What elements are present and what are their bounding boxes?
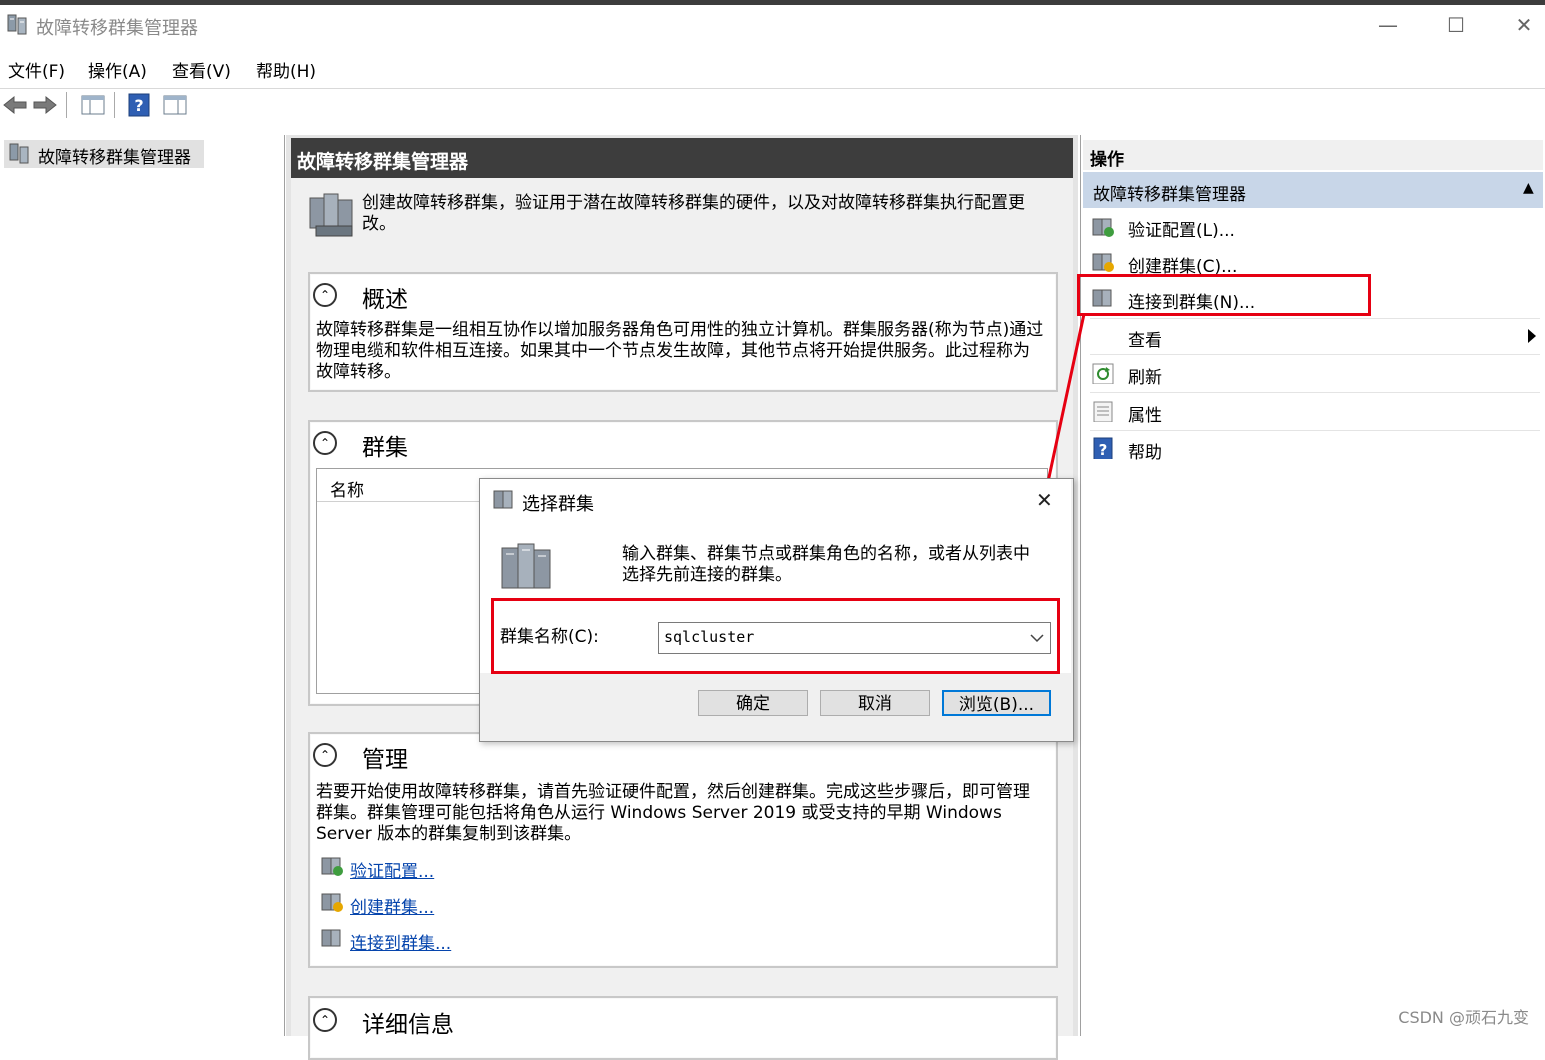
action-view[interactable]: 查看 <box>1128 326 1162 351</box>
maximize-button[interactable]: ☐ <box>1436 10 1476 40</box>
center-intro-text: 创建故障转移群集，验证用于潜在故障转移群集的硬件，以及对故障转移群集执行配置更改… <box>362 193 1025 234</box>
toolbar <box>0 88 1545 123</box>
title-bar <box>0 5 1545 47</box>
actions-subheader-label: 故障转移群集管理器 <box>1093 185 1246 205</box>
actions-header-label: 操作 <box>1090 150 1124 170</box>
dialog-title: 选择群集 <box>522 494 594 515</box>
tree-item-label: 故障转移群集管理器 <box>38 148 191 168</box>
connect-cluster-icon <box>321 929 341 947</box>
collapse-clusters-button[interactable]: ⌃ <box>313 431 337 455</box>
dialog-close-button[interactable]: ✕ <box>1036 488 1053 512</box>
actions-header: 操作 <box>1083 140 1543 170</box>
cancel-button[interactable]: 取消 <box>820 690 930 716</box>
menu-help[interactable]: 帮助(H) <box>256 57 316 82</box>
center-header-title: 故障转移群集管理器 <box>297 151 469 173</box>
help-icon[interactable]: ? <box>126 92 152 118</box>
menu-bar <box>0 50 1545 84</box>
back-arrow-icon[interactable] <box>2 92 28 118</box>
action-separator <box>1090 392 1540 393</box>
column-name-header[interactable]: 名称 <box>330 476 364 501</box>
validate-config-icon <box>321 857 343 876</box>
collapse-manage-button[interactable]: ⌃ <box>313 743 337 767</box>
center-header: 故障转移群集管理器 <box>291 138 1073 178</box>
cluster-icon <box>493 490 513 509</box>
create-cluster-icon <box>321 893 343 912</box>
window-title: 故障转移群集管理器 <box>36 18 198 39</box>
svg-text:?: ? <box>134 96 143 115</box>
action-help[interactable]: 帮助 <box>1128 438 1162 463</box>
actions-subheader[interactable]: 故障转移群集管理器 ▲ <box>1083 172 1543 208</box>
connect-cluster-link[interactable]: 连接到群集... <box>350 929 451 954</box>
collapse-details-button[interactable]: ⌃ <box>313 1008 337 1032</box>
toolbar-separator <box>114 92 115 118</box>
manage-text: 若要开始使用故障转移群集，请首先验证硬件配置，然后创建群集。完成这些步骤后，即可… <box>316 782 1030 844</box>
collapse-up-icon[interactable]: ▲ <box>1523 180 1534 196</box>
highlight-connect-action <box>1077 274 1371 316</box>
cluster-servers-icon <box>309 193 353 237</box>
details-title: 详细信息 <box>362 1012 454 1038</box>
forward-arrow-icon[interactable] <box>32 92 58 118</box>
browse-button[interactable]: 浏览(B)... <box>942 690 1051 716</box>
overview-text: 故障转移群集是一组相互协作以增加服务器角色可用性的独立计算机。群集服务器(称为节… <box>316 320 1044 382</box>
collapse-overview-button[interactable]: ⌃ <box>313 283 337 307</box>
ok-button[interactable]: 确定 <box>698 690 808 716</box>
cluster-servers-icon <box>501 543 551 589</box>
action-refresh[interactable]: 刷新 <box>1128 363 1162 388</box>
action-separator <box>1090 318 1540 319</box>
tree-pane <box>0 135 285 1036</box>
menu-view[interactable]: 查看(V) <box>172 57 231 82</box>
validate-config-icon <box>1092 218 1114 237</box>
toolbar-separator <box>66 92 67 118</box>
action-validate-config[interactable]: 验证配置(L)... <box>1128 216 1235 241</box>
cluster-manager-icon <box>7 14 27 35</box>
minimize-button[interactable]: — <box>1368 10 1408 40</box>
cluster-manager-icon <box>9 143 29 164</box>
validate-config-link[interactable]: 验证配置... <box>350 857 434 882</box>
overview-title: 概述 <box>362 287 408 313</box>
dialog-message: 输入群集、群集节点或群集角色的名称，或者从列表中选择先前连接的群集。 <box>622 544 1030 585</box>
create-cluster-icon <box>1092 253 1114 272</box>
show-hide-action-pane-icon[interactable] <box>162 92 188 118</box>
menu-file[interactable]: 文件(F) <box>8 57 65 82</box>
highlight-cluster-name <box>491 598 1060 674</box>
menu-action[interactable]: 操作(A) <box>88 57 147 82</box>
manage-title: 管理 <box>362 747 408 773</box>
action-properties[interactable]: 属性 <box>1128 401 1162 426</box>
submenu-arrow-icon <box>1528 329 1536 343</box>
action-separator <box>1090 354 1540 355</box>
show-hide-tree-icon[interactable] <box>80 92 106 118</box>
clusters-title: 群集 <box>362 435 408 461</box>
action-separator <box>1090 430 1540 431</box>
close-button[interactable]: ✕ <box>1504 10 1544 40</box>
create-cluster-link[interactable]: 创建群集... <box>350 893 434 918</box>
watermark: CSDN @顽石九变 <box>1398 1008 1529 1027</box>
